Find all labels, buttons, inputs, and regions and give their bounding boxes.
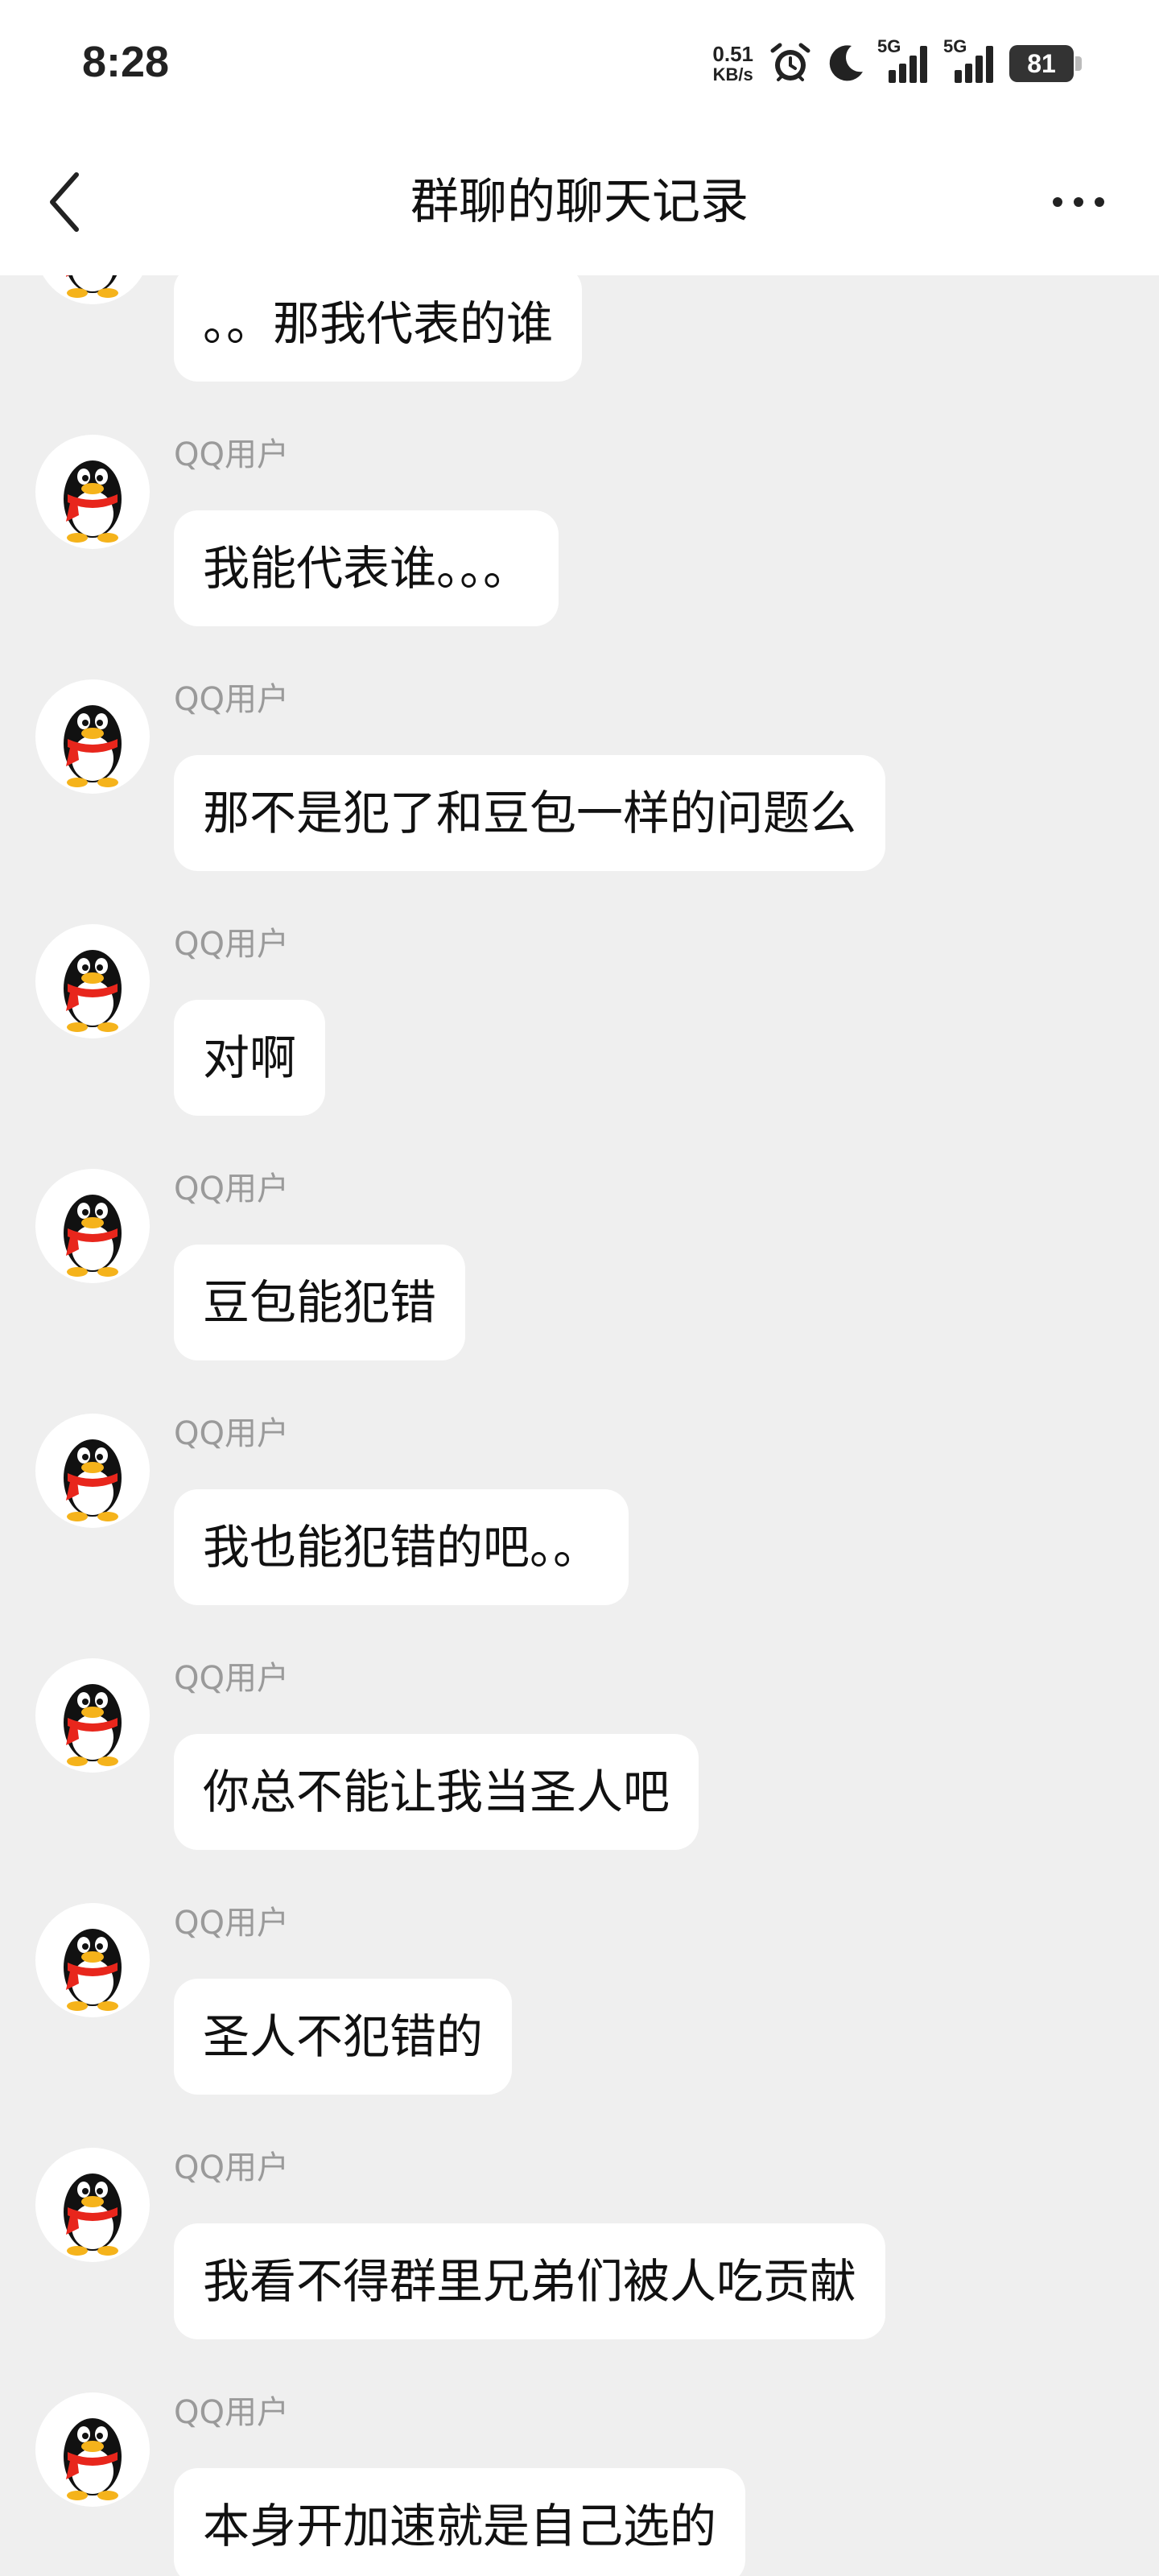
message-item: QQ用户对啊 bbox=[0, 924, 1159, 1169]
chat-history-screen: 8:28 0.51 KB/s 5G 5G 81 群聊的聊天记录 。。那我代表的谁… bbox=[0, 0, 1159, 2576]
avatar[interactable] bbox=[35, 1169, 150, 1283]
sender-name: QQ用户 bbox=[174, 2394, 289, 2431]
message-item: 。。那我代表的谁 bbox=[0, 275, 1159, 435]
message-bubble[interactable]: 对啊 bbox=[174, 1000, 326, 1116]
message-list[interactable]: 。。那我代表的谁 QQ用户 我能代表谁。。。 QQ用户 那不是犯了和豆包一样的问题么 bbox=[0, 275, 1159, 2576]
avatar[interactable] bbox=[35, 1658, 150, 1773]
battery-cap bbox=[1075, 56, 1082, 71]
more-button[interactable] bbox=[1038, 174, 1119, 230]
avatar[interactable] bbox=[35, 435, 150, 549]
sender-name: QQ用户 bbox=[174, 1905, 289, 1942]
sim2-network-label: 5G bbox=[943, 36, 967, 56]
message-bubble[interactable]: 圣人不犯错的 bbox=[174, 1979, 513, 2095]
qq-penguin-icon bbox=[64, 2174, 122, 2256]
avatar[interactable] bbox=[35, 1903, 150, 2017]
moon-icon bbox=[829, 45, 863, 81]
qq-penguin-icon bbox=[64, 1439, 122, 1521]
qq-penguin-icon bbox=[64, 705, 122, 787]
sender-name: QQ用户 bbox=[174, 926, 289, 963]
sender-name: QQ用户 bbox=[174, 436, 289, 473]
qq-penguin-icon bbox=[66, 275, 118, 298]
sender-name: QQ用户 bbox=[174, 681, 289, 718]
back-button[interactable] bbox=[32, 166, 97, 238]
message-bubble[interactable]: 豆包能犯错 bbox=[174, 1245, 466, 1360]
qq-penguin-icon bbox=[64, 950, 122, 1032]
avatar[interactable] bbox=[35, 924, 150, 1038]
nav-bar: 群聊的聊天记录 bbox=[0, 129, 1159, 275]
avatar[interactable] bbox=[35, 275, 150, 304]
avatar[interactable] bbox=[35, 2392, 150, 2507]
status-icons: 0.51 KB/s 5G 5G 81 bbox=[712, 35, 1082, 92]
qq-penguin-icon bbox=[64, 2418, 122, 2500]
sender-name: QQ用户 bbox=[174, 1170, 289, 1208]
message-item: QQ用户我看不得群里兄弟们被人吃贡献 bbox=[0, 2148, 1159, 2392]
qq-penguin-icon bbox=[64, 1929, 122, 2011]
sim1-network-label: 5G bbox=[877, 36, 901, 56]
message-bubble[interactable]: 我看不得群里兄弟们被人吃贡献 bbox=[174, 2223, 886, 2339]
more-dot bbox=[1053, 197, 1062, 207]
message-bubble[interactable]: 我能代表谁。。。 bbox=[174, 510, 559, 626]
message-bubble[interactable]: 我也能犯错的吧。。 bbox=[174, 1489, 629, 1605]
chevron-left-icon bbox=[50, 172, 79, 232]
more-dot bbox=[1095, 197, 1104, 207]
more-dot bbox=[1074, 197, 1083, 207]
qq-penguin-icon bbox=[64, 1684, 122, 1766]
network-speed-unit: KB/s bbox=[712, 64, 753, 85]
network-speed: 0.51 KB/s bbox=[712, 43, 753, 84]
sim2-signal: 5G bbox=[943, 36, 1000, 86]
sender-name: QQ用户 bbox=[174, 1660, 289, 1697]
status-bar: 8:28 0.51 KB/s 5G 5G 81 bbox=[0, 0, 1159, 129]
message-item: QQ用户我也能犯错的吧。。 bbox=[0, 1414, 1159, 1658]
sender-name: QQ用户 bbox=[174, 1415, 289, 1452]
alarm-icon bbox=[770, 43, 810, 81]
sim1-signal: 5G bbox=[877, 36, 934, 86]
qq-penguin-icon bbox=[64, 460, 122, 543]
avatar[interactable] bbox=[35, 2148, 150, 2262]
page-title: 群聊的聊天记录 bbox=[410, 174, 749, 230]
battery-level: 81 bbox=[1027, 49, 1056, 78]
message-bubble[interactable]: 那不是犯了和豆包一样的问题么 bbox=[174, 755, 886, 871]
message-item: QQ用户你总不能让我当圣人吧 bbox=[0, 1658, 1159, 1903]
message-bubble[interactable]: 。。那我代表的谁 bbox=[174, 275, 583, 382]
message-item: QQ用户豆包能犯错 bbox=[0, 1169, 1159, 1414]
sender-name: QQ用户 bbox=[174, 2149, 289, 2186]
message-item: QQ用户圣人不犯错的 bbox=[0, 1903, 1159, 2148]
status-time: 8:28 bbox=[82, 38, 170, 86]
message-item: QQ用户本身开加速就是自己选的 bbox=[0, 2392, 1159, 2576]
message-item: QQ用户我能代表谁。。。 bbox=[0, 435, 1159, 679]
qq-penguin-icon bbox=[64, 1195, 122, 1277]
avatar[interactable] bbox=[35, 1414, 150, 1528]
avatar[interactable] bbox=[35, 679, 150, 794]
message-bubble[interactable]: 本身开加速就是自己选的 bbox=[174, 2468, 746, 2576]
message-item: QQ用户那不是犯了和豆包一样的问题么 bbox=[0, 679, 1159, 924]
network-speed-value: 0.51 bbox=[712, 42, 753, 66]
message-bubble[interactable]: 你总不能让我当圣人吧 bbox=[174, 1734, 699, 1850]
battery-icon: 81 bbox=[1009, 45, 1082, 82]
